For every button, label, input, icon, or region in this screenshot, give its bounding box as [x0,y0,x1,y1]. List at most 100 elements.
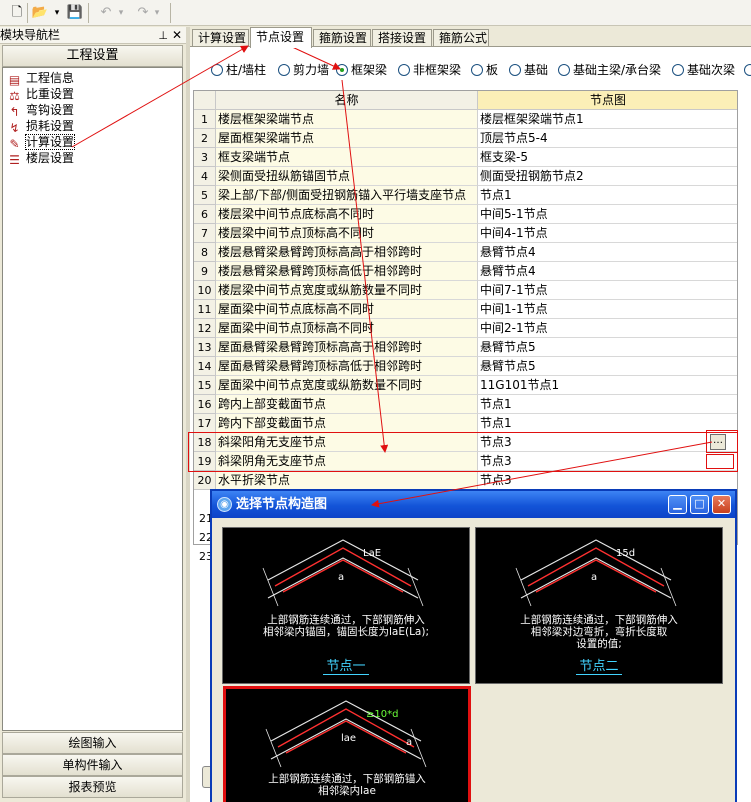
cell-name[interactable]: 楼层框架梁端节点 [216,110,478,129]
single-component-input-button[interactable]: 单构件输入 [2,754,183,776]
dropdown-arrow-icon[interactable]: ▾ [52,4,62,22]
tab-0[interactable]: 计算设置 [192,29,249,47]
project-settings-button[interactable]: 工程设置 [2,45,183,67]
radio-option[interactable]: 板 [471,62,498,78]
calc-setting-icon: ✎ [9,137,20,151]
diagram-label: a [338,572,344,583]
cell-name[interactable]: 梁上部/下部/侧面受扭钢筋锚入平行墙支座节点 [216,186,478,205]
nav-item[interactable]: ⚖ 比重设置 [7,86,74,103]
cell-name[interactable]: 水平折梁节点 [216,471,478,490]
cell-name[interactable]: 楼层梁中间节点底标高不同时 [216,205,478,224]
cell-name[interactable]: 楼层梁中间节点宽度或纵筋数量不同时 [216,281,478,300]
thumbnail-name: 节点二 [576,659,622,675]
cell-name[interactable]: 跨内上部变截面节点 [216,395,478,414]
undo-dropdown-icon: ▾ [118,8,124,18]
tab-3[interactable]: 搭接设置 [372,29,432,47]
tab-1[interactable]: 节点设置 [250,27,312,48]
cell-node-diagram[interactable]: 节点1 [478,395,737,414]
radio-button-icon[interactable] [744,64,751,76]
report-preview-button[interactable]: 报表预览 [2,776,183,798]
toolbar-separator [170,3,171,23]
cell-node-diagram[interactable]: 悬臂节点5 [478,357,737,376]
pin-icon[interactable]: ⊥ [158,27,168,44]
nav-item[interactable]: ↯ 损耗设置 [7,118,74,135]
row-number-header [194,91,216,110]
cell-node-diagram[interactable]: 悬臂节点4 [478,262,737,281]
tab-2[interactable]: 箍筋设置 [313,29,371,47]
nav-item[interactable]: ↰ 弯钩设置 [7,102,74,119]
cell-name[interactable]: 屋面框架梁端节点 [216,129,478,148]
radio-option-clipped[interactable] [744,62,751,78]
drawing-input-button[interactable]: 绘图输入 [2,732,183,754]
cell-name[interactable]: 屋面悬臂梁悬臂跨顶标高高于相邻跨时 [216,338,478,357]
cell-node-diagram[interactable]: 节点1 [478,414,737,433]
close-icon[interactable]: ✕ [172,27,182,44]
radio-button-icon[interactable] [278,64,290,76]
node-thumbnail[interactable]: LaE a 上部钢筋连续通过，下部钢筋伸入 相邻梁内锚固，锚固长度为laE(La); 节… [222,527,470,684]
nav-panel-title: 模块导航栏 [0,28,61,42]
new-file-icon[interactable]: 🗋 [8,4,26,22]
cell-node-diagram[interactable]: 顶层节点5-4 [478,129,737,148]
cell-node-diagram[interactable]: 楼层框架梁端节点1 [478,110,737,129]
cell-name[interactable]: 框支梁端节点 [216,148,478,167]
hook-setting-icon: ↰ [9,105,20,119]
cell-node-diagram[interactable]: 11G101节点1 [478,376,737,395]
radio-button-icon[interactable] [672,64,684,76]
cell-name[interactable]: 屋面悬臂梁悬臂跨顶标高低于相邻跨时 [216,357,478,376]
tab-4[interactable]: 箍筋公式 [433,29,489,47]
radio-option[interactable]: 框架梁 [336,62,387,78]
node-settings-table: 名称 节点图 1 楼层框架梁端节点 楼层框架梁端节点1 2 屋面框架梁端节点 顶层节点5-… [193,90,738,545]
cell-node-diagram[interactable]: 侧面受扭钢筋节点2 [478,167,737,186]
cell-node-diagram[interactable]: 悬臂节点4 [478,243,737,262]
cell-name[interactable]: 梁侧面受扭纵筋锚固节点 [216,167,478,186]
maximize-icon[interactable]: □ [690,495,709,514]
close-icon[interactable]: ✕ [712,495,731,514]
node-thumbnail[interactable]: ≥10*d lae a 上部钢筋连续通过，下部钢筋锚入 相邻梁内lae [223,686,471,802]
radio-button-icon[interactable] [471,64,483,76]
node-thumbnail[interactable]: 15d a 上部钢筋连续通过，下部钢筋伸入 相邻梁对边弯折，弯折长度取 设置的值; 节点二 [475,527,723,684]
cell-node-diagram[interactable]: 框支梁-5 [478,148,737,167]
cell-node-diagram[interactable]: 悬臂节点5 [478,338,737,357]
cell-name[interactable]: 屋面梁中间节点顶标高不同时 [216,319,478,338]
cell-name[interactable]: 屋面梁中间节点底标高不同时 [216,300,478,319]
cell-node-diagram[interactable]: 中间5-1节点 [478,205,737,224]
thumbnail-caption: 相邻梁内锚固，锚固长度为laE(La); [263,626,429,638]
redo-icon: ↷ [137,5,149,20]
minimize-icon[interactable]: ▁ [668,495,687,514]
radio-button-icon[interactable] [211,64,223,76]
radio-option[interactable]: 基础主梁/承台梁 [558,62,661,78]
diagram-line [262,567,279,607]
cell-name[interactable]: 屋面梁中间节点宽度或纵筋数量不同时 [216,376,478,395]
save-icon[interactable]: 💾 [66,4,84,22]
radio-button-icon[interactable] [336,64,348,76]
cell-name[interactable]: 楼层悬臂梁悬臂跨顶标高低于相邻跨时 [216,262,478,281]
radio-button-icon[interactable] [558,64,570,76]
radio-option[interactable]: 非框架梁 [398,62,461,78]
nav-item[interactable]: ▤ 工程信息 [7,70,74,87]
open-folder-icon[interactable]: 📂 [31,4,49,22]
diagram-label: 15d [616,548,635,559]
radio-option[interactable]: 柱/墙柱 [211,62,266,78]
nav-item[interactable]: ✎ 计算设置 [7,134,76,151]
cell-node-diagram[interactable]: 中间1-1节点 [478,300,737,319]
row-number: 4 [194,167,216,186]
dialog-titlebar[interactable]: ◉ 选择节点构造图 ▁ □ ✕ [212,491,735,518]
cell-name[interactable]: 楼层悬臂梁悬臂跨顶标高高于相邻跨时 [216,243,478,262]
cell-name[interactable]: 楼层梁中间节点顶标高不同时 [216,224,478,243]
column-header-node[interactable]: 节点图 [478,91,737,110]
cell-node-diagram[interactable]: 节点3 [478,471,737,490]
radio-option[interactable]: 剪力墙 [278,62,329,78]
radio-option[interactable]: 基础次梁 [672,62,735,78]
row-number: 3 [194,148,216,167]
nav-item[interactable]: ☰ 楼层设置 [7,150,74,167]
cell-node-diagram[interactable]: 中间2-1节点 [478,319,737,338]
cell-name[interactable]: 跨内下部变截面节点 [216,414,478,433]
cell-node-diagram[interactable]: 节点1 [478,186,737,205]
column-header-name[interactable]: 名称 [216,91,478,110]
radio-option[interactable]: 基础 [509,62,548,78]
cell-node-diagram[interactable]: 中间4-1节点 [478,224,737,243]
radio-button-icon[interactable] [398,64,410,76]
radio-button-icon[interactable] [509,64,521,76]
row-number: 16 [194,395,216,414]
cell-node-diagram[interactable]: 中间7-1节点 [478,281,737,300]
